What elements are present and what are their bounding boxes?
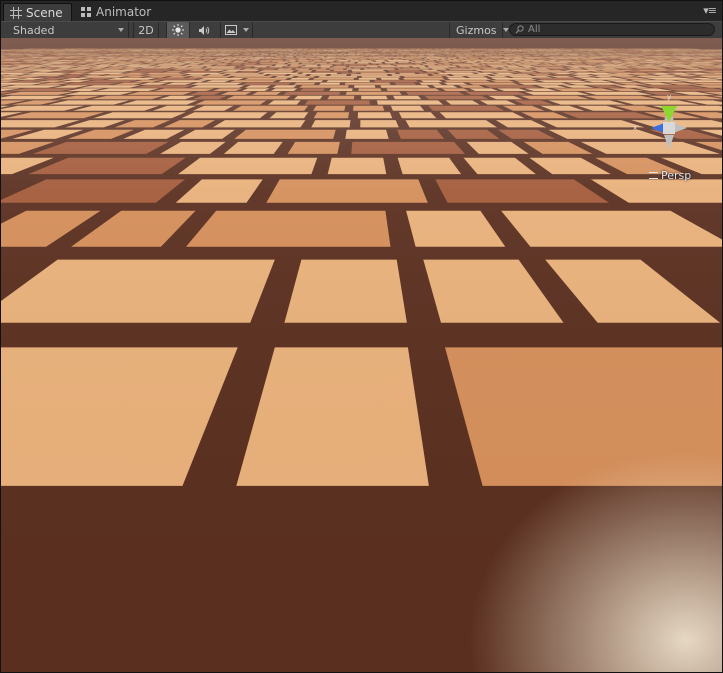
scene-viewport[interactable]: y x Persp xyxy=(1,38,722,672)
gizmo-y-axis-cone xyxy=(661,106,677,122)
perspective-icon xyxy=(649,172,658,179)
chevron-down-icon xyxy=(118,28,124,32)
animator-icon xyxy=(80,6,92,18)
brick-floor xyxy=(1,38,722,672)
window-menu-icon[interactable]: ▾≡ xyxy=(703,4,717,17)
speaker-icon xyxy=(198,25,209,35)
audio-toggle-button[interactable] xyxy=(192,22,216,38)
sun-icon xyxy=(172,24,184,36)
tab-scene-label: Scene xyxy=(26,5,63,20)
search-input[interactable] xyxy=(528,23,708,36)
search-icon xyxy=(515,25,524,34)
gizmo-right-cone xyxy=(673,123,687,133)
svg-text:x: x xyxy=(633,124,637,132)
gizmo-center-cube xyxy=(663,122,675,134)
lighting-toggle-button[interactable] xyxy=(166,22,190,38)
gizmos-dropdown[interactable]: Gizmos xyxy=(449,22,509,38)
shading-mode-dropdown[interactable]: Shaded xyxy=(5,22,129,38)
projection-label[interactable]: Persp xyxy=(649,169,691,182)
image-icon xyxy=(225,25,237,35)
tab-animator-label: Animator xyxy=(96,5,152,19)
scene-toolbar: Shaded 2D Gizmos All xyxy=(1,21,722,39)
scene-window: Scene Animator ▾≡ Shaded 2D Gizmos All y… xyxy=(0,0,723,673)
search-field[interactable] xyxy=(509,23,715,36)
chevron-down-icon xyxy=(502,28,509,32)
chevron-down-icon xyxy=(243,28,249,32)
2d-toggle-button[interactable]: 2D xyxy=(133,22,159,38)
projection-label-text: Persp xyxy=(661,169,692,182)
tab-animator[interactable]: Animator xyxy=(74,3,159,21)
svg-text:y: y xyxy=(667,93,671,101)
effects-dropdown[interactable] xyxy=(220,22,253,38)
gizmos-label: Gizmos xyxy=(456,23,497,37)
gizmo-bottom-cone xyxy=(664,135,674,150)
orientation-gizmo[interactable]: y x xyxy=(629,88,709,168)
grid-icon xyxy=(10,6,22,19)
tab-scene[interactable]: Scene xyxy=(3,3,72,21)
tab-bar: Scene Animator ▾≡ xyxy=(1,1,722,21)
shading-mode-label: Shaded xyxy=(13,23,55,37)
2d-label: 2D xyxy=(138,23,154,37)
